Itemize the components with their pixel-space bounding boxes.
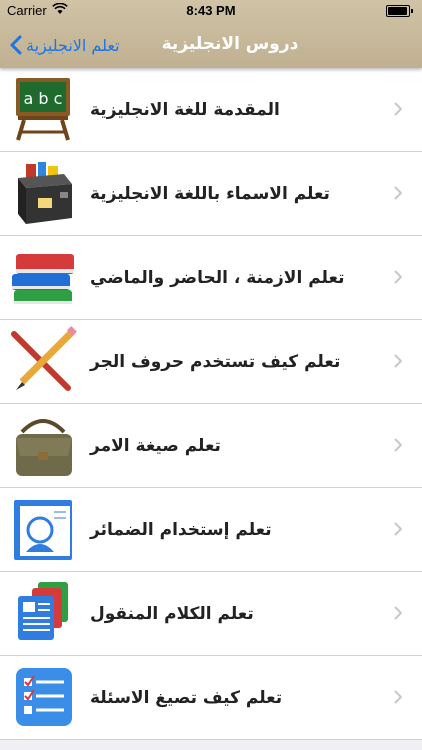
chevron-right-icon — [394, 606, 402, 620]
status-time: 8:43 PM — [186, 3, 236, 18]
books-stack-icon — [12, 254, 74, 304]
top-bar: Carrier 8:43 PM تعلم الانجليزية دروس الا… — [0, 0, 422, 68]
back-button[interactable]: تعلم الانجليزية — [10, 32, 120, 58]
svg-text:a b c: a b c — [24, 89, 63, 108]
lesson-label: تعلم الكلام المنقول — [90, 603, 254, 624]
documents-icon — [18, 582, 68, 640]
lesson-row[interactable]: a b c المقدمة للغة الانجليزية — [0, 68, 422, 152]
lesson-label: تعلم إستخدام الضمائر — [90, 519, 272, 540]
status-bar: Carrier 8:43 PM — [0, 0, 422, 22]
battery-icon — [386, 5, 413, 17]
page-title: دروس الانجليزية — [161, 34, 299, 54]
lesson-row[interactable]: تعلم إستخدام الضمائر — [0, 488, 422, 572]
pencil-ruler-icon — [11, 326, 77, 391]
chevron-right-icon — [394, 522, 402, 536]
chevron-right-icon — [394, 102, 402, 116]
chevron-right-icon — [394, 186, 402, 200]
lesson-row[interactable]: تعلم الازمنة ، الحاضر والماضي — [0, 236, 422, 320]
toolbox-icon — [18, 162, 72, 224]
lesson-row[interactable]: تعلم الكلام المنقول — [0, 572, 422, 656]
chevron-right-icon — [394, 438, 402, 452]
lessons-list: a b c المقدمة للغة الانجليزية تعلم الاسم… — [0, 68, 422, 740]
chevron-right-icon — [394, 690, 402, 704]
lesson-row[interactable]: تعلم كيف تستخدم حروف الجر — [0, 320, 422, 404]
lesson-row[interactable]: تعلم صيغة الامر — [0, 404, 422, 488]
checklist-icon — [16, 668, 72, 726]
lesson-label: تعلم الازمنة ، الحاضر والماضي — [90, 267, 345, 288]
chevron-left-icon — [10, 35, 22, 55]
lesson-label: تعلم كيف تصيغ الاسئلة — [90, 687, 283, 708]
lesson-label: تعلم الاسماء باللغة الانجليزية — [90, 183, 330, 204]
lesson-label: تعلم كيف تستخدم حروف الجر — [90, 351, 341, 372]
contact-card-icon — [14, 500, 72, 560]
chevron-right-icon — [394, 354, 402, 368]
chalkboard-abc-icon: a b c — [16, 78, 70, 141]
lesson-label: المقدمة للغة الانجليزية — [90, 99, 280, 120]
chevron-right-icon — [394, 270, 402, 284]
back-button-label: تعلم الانجليزية — [26, 35, 120, 55]
lesson-row[interactable]: تعلم الاسماء باللغة الانجليزية — [0, 152, 422, 236]
navigation-bar: تعلم الانجليزية دروس الانجليزية — [0, 22, 422, 68]
satchel-icon — [16, 419, 72, 476]
lesson-row[interactable]: تعلم كيف تصيغ الاسئلة — [0, 656, 422, 740]
lesson-label: تعلم صيغة الامر — [90, 435, 221, 456]
